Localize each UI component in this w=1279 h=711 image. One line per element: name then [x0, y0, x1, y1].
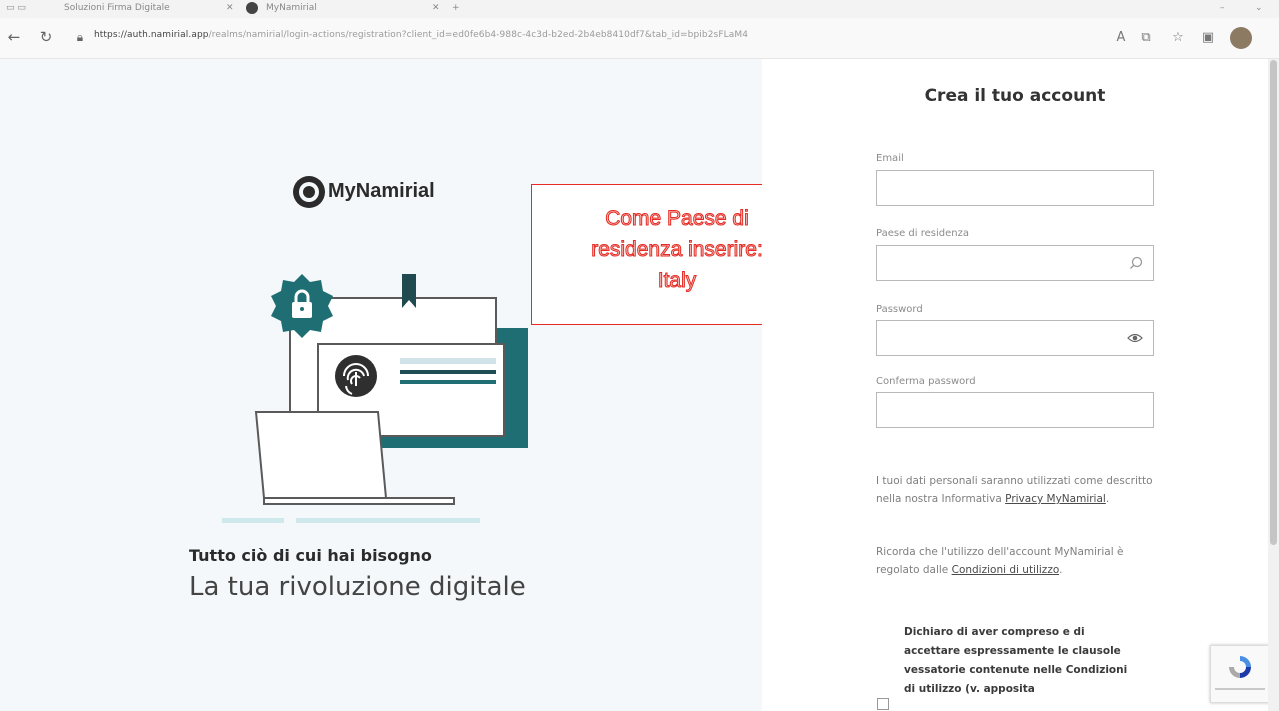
- collections-icon[interactable]: ▣: [1198, 28, 1218, 48]
- privacy-note: I tuoi dati personali saranno utilizzati…: [876, 475, 1153, 505]
- read-aloud-icon[interactable]: A: [1111, 28, 1131, 48]
- registration-panel: [762, 59, 1279, 711]
- tab-mynamirial[interactable]: MyNamirial: [266, 0, 356, 18]
- browser-tab-strip: ▭ ▭ Soluzioni Firma Digitale ✕ MyNamiria…: [0, 0, 1279, 18]
- terms-note: Ricorda che l'utilizzo dell'account MyNa…: [876, 546, 1124, 576]
- email-label: Email: [876, 153, 904, 164]
- terms-link[interactable]: Condizioni di utilizzo: [952, 564, 1059, 576]
- eye-icon[interactable]: [1127, 332, 1143, 344]
- form-title: Crea il tuo account: [924, 86, 1106, 106]
- recaptcha-icon: [1229, 656, 1251, 678]
- new-tab-icon[interactable]: +: [452, 0, 460, 18]
- minimize-icon[interactable]: –: [1220, 0, 1225, 18]
- consent-text: Dichiaro di aver compreso e di accettare…: [904, 626, 1128, 695]
- recaptcha-badge[interactable]: [1210, 645, 1270, 703]
- chevron-down-icon[interactable]: ⌄: [1255, 0, 1263, 18]
- address-bar: ← ↻ 🔒︎ https://auth.namirial.app/realms/…: [0, 18, 1279, 59]
- country-label: Paese di residenza: [876, 228, 969, 239]
- url-field[interactable]: https://auth.namirial.app/realms/namiria…: [94, 30, 748, 40]
- url-domain: https://auth.namirial.app: [94, 30, 209, 40]
- close-icon[interactable]: ✕: [226, 0, 234, 18]
- mynamirial-logo-icon: [293, 176, 325, 208]
- favorites-icon[interactable]: ☆: [1168, 28, 1188, 48]
- tab-actions-icon[interactable]: ▭ ▭: [6, 0, 26, 18]
- url-path: /realms/namirial/login-actions/registrat…: [208, 30, 749, 40]
- lock-icon[interactable]: 🔒︎: [70, 27, 90, 47]
- reload-icon[interactable]: ↻: [36, 27, 56, 47]
- site-favicon-icon: [246, 2, 258, 14]
- extensions-icon[interactable]: ⧉: [1136, 28, 1156, 48]
- confirm-password-field[interactable]: [876, 392, 1154, 428]
- country-field[interactable]: [876, 245, 1154, 281]
- consent-checkbox[interactable]: [877, 698, 889, 710]
- back-icon[interactable]: ←: [4, 27, 24, 47]
- search-icon[interactable]: [1129, 256, 1143, 270]
- tagline: Tutto ciò di cui hai bisogno: [189, 546, 432, 565]
- security-illustration: [222, 274, 528, 523]
- privacy-link[interactable]: Privacy MyNamirial: [1005, 493, 1106, 505]
- confirm-password-label: Conferma password: [876, 376, 976, 387]
- close-icon[interactable]: ✕: [432, 0, 440, 18]
- password-field[interactable]: [876, 320, 1154, 356]
- password-label: Password: [876, 304, 923, 315]
- email-field[interactable]: [876, 170, 1154, 206]
- brand-name: MyNamirial: [328, 180, 435, 202]
- tab-firma-digitale[interactable]: Soluzioni Firma Digitale: [64, 0, 174, 18]
- scrollbar-thumb[interactable]: [1270, 60, 1277, 545]
- profile-avatar[interactable]: [1230, 27, 1252, 49]
- headline: La tua rivoluzione digitale: [189, 572, 526, 602]
